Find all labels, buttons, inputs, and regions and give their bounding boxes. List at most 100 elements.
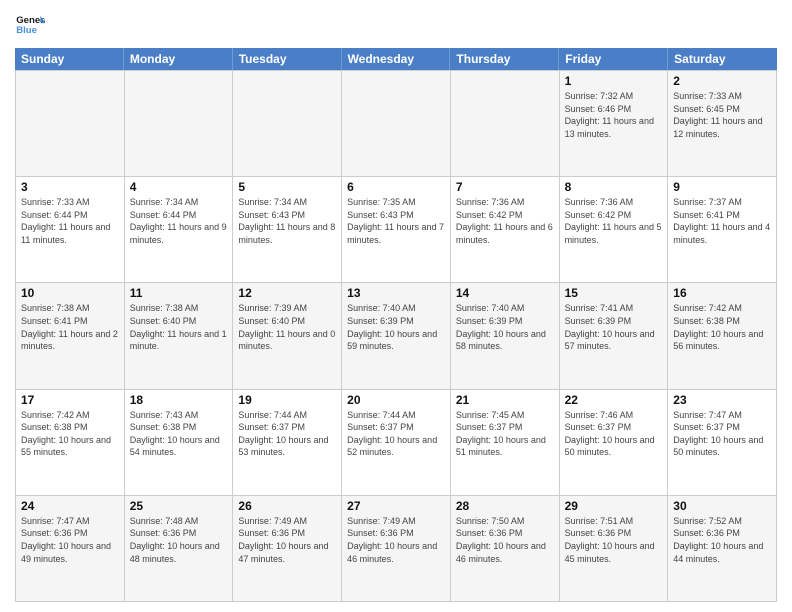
- day-info: Sunrise: 7:36 AMSunset: 6:42 PMDaylight:…: [565, 196, 663, 246]
- day-info: Sunrise: 7:50 AMSunset: 6:36 PMDaylight:…: [456, 515, 554, 565]
- day-info: Sunrise: 7:40 AMSunset: 6:39 PMDaylight:…: [347, 302, 445, 352]
- day-cell-4: 4 Sunrise: 7:34 AMSunset: 6:44 PMDaylight…: [125, 177, 234, 283]
- calendar: SundayMondayTuesdayWednesdayThursdayFrid…: [15, 48, 777, 602]
- day-info: Sunrise: 7:33 AMSunset: 6:45 PMDaylight:…: [673, 90, 771, 140]
- page: General Blue SundayMondayTuesdayWednesda…: [0, 0, 792, 612]
- day-number: 4: [130, 180, 228, 194]
- day-cell-30: 30 Sunrise: 7:52 AMSunset: 6:36 PMDayligh…: [668, 496, 777, 602]
- day-info: Sunrise: 7:48 AMSunset: 6:36 PMDaylight:…: [130, 515, 228, 565]
- day-cell-26: 26 Sunrise: 7:49 AMSunset: 6:36 PMDayligh…: [233, 496, 342, 602]
- empty-cell: [16, 71, 125, 177]
- day-cell-28: 28 Sunrise: 7:50 AMSunset: 6:36 PMDayligh…: [451, 496, 560, 602]
- day-number: 5: [238, 180, 336, 194]
- day-cell-13: 13 Sunrise: 7:40 AMSunset: 6:39 PMDayligh…: [342, 283, 451, 389]
- header-day-saturday: Saturday: [668, 48, 777, 70]
- day-info: Sunrise: 7:42 AMSunset: 6:38 PMDaylight:…: [21, 409, 119, 459]
- day-number: 2: [673, 74, 771, 88]
- day-info: Sunrise: 7:42 AMSunset: 6:38 PMDaylight:…: [673, 302, 771, 352]
- day-number: 29: [565, 499, 663, 513]
- header: General Blue: [15, 10, 777, 40]
- day-cell-6: 6Sunrise: 7:35 AMSunset: 6:43 PMDaylight…: [342, 177, 451, 283]
- day-number: 1: [565, 74, 663, 88]
- day-info: Sunrise: 7:38 AMSunset: 6:40 PMDaylight:…: [130, 302, 228, 352]
- day-cell-10: 10 Sunrise: 7:38 AMSunset: 6:41 PMDayligh…: [16, 283, 125, 389]
- calendar-header: SundayMondayTuesdayWednesdayThursdayFrid…: [15, 48, 777, 70]
- day-number: 6: [347, 180, 445, 194]
- day-number: 10: [21, 286, 119, 300]
- day-info: Sunrise: 7:37 AMSunset: 6:41 PMDaylight:…: [673, 196, 771, 246]
- header-day-monday: Monday: [124, 48, 233, 70]
- day-number: 26: [238, 499, 336, 513]
- day-cell-22: 22 Sunrise: 7:46 AMSunset: 6:37 PMDayligh…: [560, 390, 669, 496]
- day-cell-18: 18 Sunrise: 7:43 AMSunset: 6:38 PMDayligh…: [125, 390, 234, 496]
- day-cell-25: 25 Sunrise: 7:48 AMSunset: 6:36 PMDayligh…: [125, 496, 234, 602]
- empty-cell: [233, 71, 342, 177]
- day-number: 7: [456, 180, 554, 194]
- day-number: 28: [456, 499, 554, 513]
- day-number: 17: [21, 393, 119, 407]
- day-info: Sunrise: 7:38 AMSunset: 6:41 PMDaylight:…: [21, 302, 119, 352]
- day-info: Sunrise: 7:36 AMSunset: 6:42 PMDaylight:…: [456, 196, 554, 246]
- day-number: 15: [565, 286, 663, 300]
- day-cell-23: 23 Sunrise: 7:47 AMSunset: 6:37 PMDayligh…: [668, 390, 777, 496]
- day-cell-2: 2 Sunrise: 7:33 AMSunset: 6:45 PMDaylight…: [668, 71, 777, 177]
- day-cell-11: 11 Sunrise: 7:38 AMSunset: 6:40 PMDayligh…: [125, 283, 234, 389]
- day-info: Sunrise: 7:39 AMSunset: 6:40 PMDaylight:…: [238, 302, 336, 352]
- day-number: 30: [673, 499, 771, 513]
- day-number: 23: [673, 393, 771, 407]
- header-day-thursday: Thursday: [450, 48, 559, 70]
- day-number: 24: [21, 499, 119, 513]
- day-cell-20: 20Sunrise: 7:44 AMSunset: 6:37 PMDayligh…: [342, 390, 451, 496]
- day-info: Sunrise: 7:43 AMSunset: 6:38 PMDaylight:…: [130, 409, 228, 459]
- day-info: Sunrise: 7:44 AMSunset: 6:37 PMDaylight:…: [347, 409, 445, 459]
- day-cell-29: 29 Sunrise: 7:51 AMSunset: 6:36 PMDayligh…: [560, 496, 669, 602]
- day-cell-7: 7 Sunrise: 7:36 AMSunset: 6:42 PMDaylight…: [451, 177, 560, 283]
- day-cell-14: 14 Sunrise: 7:40 AMSunset: 6:39 PMDayligh…: [451, 283, 560, 389]
- day-number: 19: [238, 393, 336, 407]
- day-number: 3: [21, 180, 119, 194]
- day-cell-17: 17 Sunrise: 7:42 AMSunset: 6:38 PMDayligh…: [16, 390, 125, 496]
- empty-cell: [125, 71, 234, 177]
- day-number: 12: [238, 286, 336, 300]
- empty-cell: [451, 71, 560, 177]
- header-day-sunday: Sunday: [15, 48, 124, 70]
- day-info: Sunrise: 7:46 AMSunset: 6:37 PMDaylight:…: [565, 409, 663, 459]
- calendar-row-3: 17 Sunrise: 7:42 AMSunset: 6:38 PMDayligh…: [16, 390, 777, 496]
- day-number: 9: [673, 180, 771, 194]
- day-info: Sunrise: 7:51 AMSunset: 6:36 PMDaylight:…: [565, 515, 663, 565]
- day-number: 13: [347, 286, 445, 300]
- header-day-tuesday: Tuesday: [233, 48, 342, 70]
- logo-icon: General Blue: [15, 10, 45, 40]
- day-cell-12: 12 Sunrise: 7:39 AMSunset: 6:40 PMDayligh…: [233, 283, 342, 389]
- day-info: Sunrise: 7:45 AMSunset: 6:37 PMDaylight:…: [456, 409, 554, 459]
- day-number: 22: [565, 393, 663, 407]
- day-number: 21: [456, 393, 554, 407]
- day-info: Sunrise: 7:52 AMSunset: 6:36 PMDaylight:…: [673, 515, 771, 565]
- day-number: 14: [456, 286, 554, 300]
- day-info: Sunrise: 7:41 AMSunset: 6:39 PMDaylight:…: [565, 302, 663, 352]
- calendar-body: 1 Sunrise: 7:32 AMSunset: 6:46 PMDaylight…: [15, 70, 777, 602]
- svg-text:Blue: Blue: [16, 25, 37, 36]
- day-info: Sunrise: 7:32 AMSunset: 6:46 PMDaylight:…: [565, 90, 663, 140]
- day-cell-1: 1 Sunrise: 7:32 AMSunset: 6:46 PMDaylight…: [560, 71, 669, 177]
- day-cell-8: 8Sunrise: 7:36 AMSunset: 6:42 PMDaylight…: [560, 177, 669, 283]
- day-info: Sunrise: 7:34 AMSunset: 6:44 PMDaylight:…: [130, 196, 228, 246]
- day-cell-3: 3 Sunrise: 7:33 AMSunset: 6:44 PMDaylight…: [16, 177, 125, 283]
- day-cell-21: 21 Sunrise: 7:45 AMSunset: 6:37 PMDayligh…: [451, 390, 560, 496]
- day-info: Sunrise: 7:33 AMSunset: 6:44 PMDaylight:…: [21, 196, 119, 246]
- day-info: Sunrise: 7:49 AMSunset: 6:36 PMDaylight:…: [238, 515, 336, 565]
- day-number: 18: [130, 393, 228, 407]
- day-number: 25: [130, 499, 228, 513]
- day-cell-24: 24 Sunrise: 7:47 AMSunset: 6:36 PMDayligh…: [16, 496, 125, 602]
- day-cell-15: 15 Sunrise: 7:41 AMSunset: 6:39 PMDayligh…: [560, 283, 669, 389]
- header-day-friday: Friday: [559, 48, 668, 70]
- day-info: Sunrise: 7:40 AMSunset: 6:39 PMDaylight:…: [456, 302, 554, 352]
- empty-cell: [342, 71, 451, 177]
- calendar-row-0: 1 Sunrise: 7:32 AMSunset: 6:46 PMDaylight…: [16, 71, 777, 177]
- day-cell-16: 16Sunrise: 7:42 AMSunset: 6:38 PMDayligh…: [668, 283, 777, 389]
- day-info: Sunrise: 7:34 AMSunset: 6:43 PMDaylight:…: [238, 196, 336, 246]
- day-number: 11: [130, 286, 228, 300]
- day-info: Sunrise: 7:47 AMSunset: 6:37 PMDaylight:…: [673, 409, 771, 459]
- day-info: Sunrise: 7:47 AMSunset: 6:36 PMDaylight:…: [21, 515, 119, 565]
- calendar-row-2: 10 Sunrise: 7:38 AMSunset: 6:41 PMDayligh…: [16, 283, 777, 389]
